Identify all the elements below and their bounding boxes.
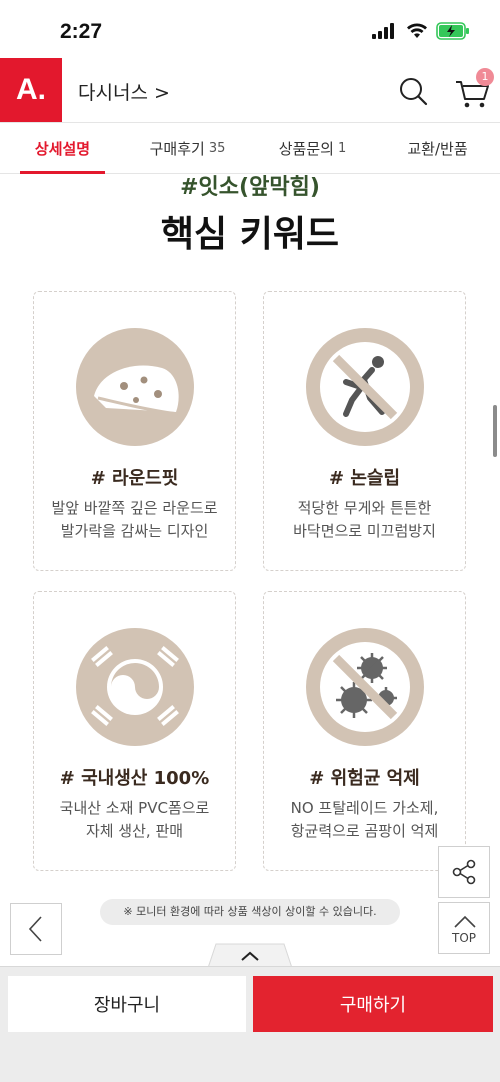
keyword-title: # 라운드핏	[90, 468, 179, 489]
tab-label: 구매후기	[149, 139, 205, 158]
expand-handle[interactable]	[208, 942, 292, 968]
app-header: A. 다시너스 >	[0, 58, 500, 122]
scroll-indicator[interactable]	[493, 405, 497, 457]
keyword-card: # 국내생산 100% 국내산 소재 PVC폼으로 자체 생산, 판매	[33, 591, 236, 871]
keyword-description: 발앞 바깥쪽 깊은 라운드로 발가락을 감싸는 디자인	[34, 497, 235, 543]
search-icon[interactable]	[397, 75, 429, 107]
bottom-action-bar: 장바구니 구매하기	[0, 966, 500, 1082]
cart-badge: 1	[476, 68, 494, 86]
logo-button[interactable]: A.	[0, 58, 62, 122]
tab-reviews[interactable]: 구매후기 35	[125, 123, 250, 173]
wifi-icon	[407, 23, 427, 38]
keyword-card: # 라운드핏 발앞 바깥쪽 깊은 라운드로 발가락을 감싸는 디자인	[33, 291, 236, 571]
keyword-card: # 논슬립 적당한 무게와 튼튼한 바닥면으로 미끄럼방지	[263, 291, 466, 571]
tab-count: 1	[337, 140, 347, 156]
keyword-description: NO 프탈레이드 가소제, 항균력으로 곰팡이 억제	[264, 797, 465, 843]
add-to-cart-button[interactable]: 장바구니	[8, 976, 246, 1032]
description-line: 발앞 바깥쪽 깊은 라운드로	[51, 499, 218, 517]
keyword-title: # 국내생산 100%	[59, 768, 210, 789]
anti-bacteria-icon	[306, 628, 424, 746]
tab-count: 35	[208, 140, 226, 156]
brand-link[interactable]: 다시너스 >	[78, 78, 170, 105]
tab-label: 상세설명	[34, 139, 91, 158]
non-slip-icon	[306, 328, 424, 446]
tab-description[interactable]: 상세설명	[0, 123, 125, 174]
section-title: 핵심 키워드	[160, 214, 340, 255]
back-button[interactable]	[10, 903, 62, 955]
keyword-card: # 위험균 억제 NO 프탈레이드 가소제, 항균력으로 곰팡이 억제	[263, 591, 466, 871]
color-notice: ※ 모니터 환경에 따라 상품 색상이 상이할 수 있습니다.	[100, 899, 400, 925]
description-line: 발가락을 감싸는 디자인	[60, 522, 209, 540]
buy-now-button[interactable]: 구매하기	[253, 976, 493, 1032]
chevron-up-icon	[454, 915, 476, 928]
status-bar: 2:27	[0, 0, 500, 58]
tab-inquiries[interactable]: 상품문의 1	[250, 123, 375, 173]
korea-flag-icon	[76, 628, 194, 746]
description-line: 적당한 무게와 튼튼한	[297, 499, 432, 517]
round-fit-icon	[76, 328, 194, 446]
description-line: 자체 생산, 판매	[85, 822, 184, 840]
description-line: 국내산 소재 PVC폼으로	[59, 799, 210, 817]
tab-label: 교환/반품	[407, 139, 468, 158]
chevron-left-icon	[28, 916, 42, 942]
detail-tabs: 상세설명 구매후기 35 상품문의 1 교환/반품	[0, 122, 500, 174]
tab-label: 상품문의	[278, 139, 334, 158]
keyword-description: 적당한 무게와 튼튼한 바닥면으로 미끄럼방지	[264, 497, 465, 543]
battery-icon	[436, 22, 469, 40]
status-icons	[372, 22, 470, 40]
product-detail-content: #잇소(앞막힘) 핵심 키워드 # 라운드핏 발앞 바깥쪽 깊은 라운드로 발가…	[0, 175, 500, 965]
product-hashtag: #잇소(앞막힘)	[180, 175, 320, 200]
keyword-title: # 위험균 억제	[309, 768, 420, 789]
keyword-title: # 논슬립	[328, 468, 401, 489]
scroll-top-button[interactable]: TOP	[438, 902, 490, 954]
tab-exchange-return[interactable]: 교환/반품	[375, 123, 500, 173]
status-time: 2:27	[60, 20, 103, 43]
signal-icon	[372, 23, 394, 39]
description-line: 항균력으로 곰팡이 억제	[290, 822, 439, 840]
share-icon	[452, 859, 476, 885]
description-line: NO 프탈레이드 가소제,	[290, 799, 439, 817]
share-button[interactable]	[438, 846, 490, 898]
keyword-description: 국내산 소재 PVC폼으로 자체 생산, 판매	[34, 797, 235, 843]
top-label: TOP	[451, 931, 476, 945]
description-line: 바닥면으로 미끄럼방지	[293, 522, 436, 540]
